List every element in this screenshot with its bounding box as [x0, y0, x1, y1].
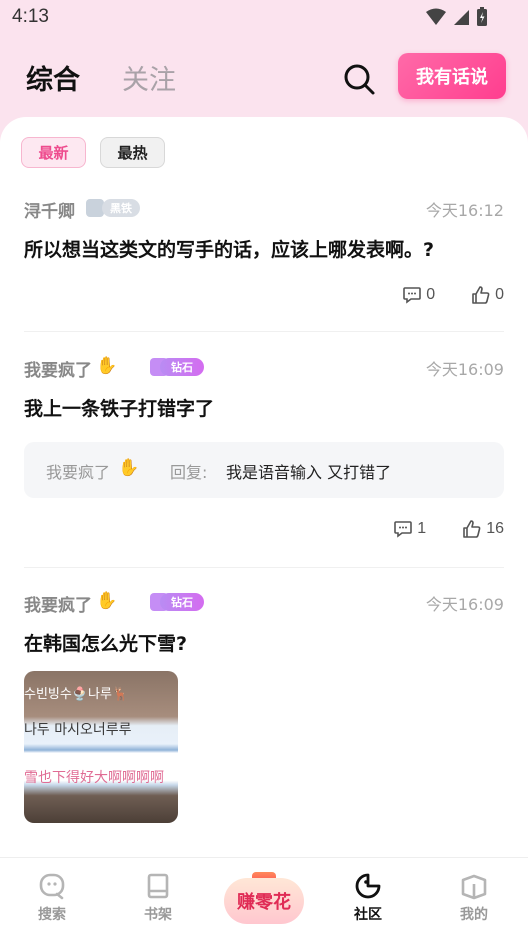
reply-author: 我要疯了	[46, 463, 111, 482]
post-actions: 1 16	[393, 519, 504, 539]
post-item[interactable]: 浔千卿 黑铁 今天16:12 所以想当这类文的写手的话，应该上哪发表啊。? 0 …	[24, 197, 504, 307]
post-image[interactable]: 수빈빙수🍨나루🦌 나두 마시오너루루 雪也下得好大啊啊啊啊	[24, 671, 178, 823]
image-text: 수빈빙수🍨나루🦌	[24, 687, 129, 702]
comment-icon	[394, 521, 413, 538]
bottom-nav: 搜索 书架 赚零花 社区 我的	[0, 857, 528, 939]
nav-search[interactable]: 搜索	[22, 872, 82, 924]
image-text: 나두 마시오너루루	[24, 722, 132, 738]
post-author[interactable]: 浔千卿	[24, 197, 75, 222]
post-item[interactable]: 我要疯了 ✋ 钻石 今天16:09 在韩国怎么光下雪? 수빈빙수🍨나루🦌 나두 …	[24, 591, 504, 831]
reply-label: 回复:	[170, 463, 208, 482]
divider	[24, 331, 504, 332]
hand-emoji-icon: ✋	[96, 356, 118, 376]
tab-following[interactable]: 关注	[122, 58, 176, 97]
post-time: 今天16:09	[425, 595, 504, 614]
header: 综合 关注 我有话说	[0, 40, 528, 120]
post-time: 今天16:12	[425, 201, 504, 220]
comment-icon	[403, 287, 421, 304]
status-icons	[426, 7, 488, 27]
reply-preview[interactable]: 我要疯了 ✋ 回复: 我是语音输入 又打错了	[24, 442, 504, 498]
comment-count: 1	[417, 520, 427, 537]
search-icon[interactable]	[342, 62, 376, 96]
image-text: 雪也下得好大啊啊啊啊	[24, 770, 164, 786]
tab-comprehensive[interactable]: 综合	[26, 58, 80, 97]
hand-emoji-icon: ✋	[96, 591, 118, 611]
comment-button[interactable]: 1	[393, 519, 426, 539]
rank-badge: 钻石	[160, 358, 204, 376]
battery-icon	[477, 7, 487, 26]
like-count: 16	[486, 520, 504, 537]
like-button[interactable]: 0	[471, 285, 504, 305]
thumbs-up-icon	[472, 286, 490, 304]
book-icon	[147, 873, 169, 899]
community-icon	[355, 873, 381, 899]
post-button[interactable]: 我有话说	[398, 53, 506, 99]
rank-badge: 黑铁	[102, 199, 140, 217]
signal-icon	[454, 10, 469, 25]
search-chat-icon	[39, 873, 65, 900]
post-time: 今天16:09	[425, 360, 504, 379]
post-actions: 0 0	[402, 285, 504, 305]
like-count: 0	[495, 286, 504, 303]
nav-label: 搜索	[38, 907, 66, 923]
post-item[interactable]: 我要疯了 ✋ 钻石 今天16:09 我上一条铁子打错字了 我要疯了 ✋ 回复: …	[24, 356, 504, 546]
feed-container: 最新 最热 浔千卿 黑铁 今天16:12 所以想当这类文的写手的话，应该上哪发表…	[0, 117, 528, 857]
post-author[interactable]: 我要疯了	[24, 591, 92, 616]
status-time: 4:13	[12, 6, 49, 27]
nav-label: 书架	[144, 907, 172, 923]
filter-hottest[interactable]: 最热	[100, 137, 165, 168]
thumbs-up-icon	[463, 520, 481, 538]
nav-label: 我的	[460, 907, 488, 923]
comment-button[interactable]: 0	[402, 285, 435, 305]
divider	[24, 567, 504, 568]
like-button[interactable]: 16	[462, 519, 504, 539]
nav-community[interactable]: 社区	[338, 872, 398, 924]
comment-count: 0	[426, 286, 436, 303]
filter-newest[interactable]: 最新	[21, 137, 86, 168]
nav-bookshelf[interactable]: 书架	[128, 872, 188, 924]
earn-button[interactable]: 赚零花	[224, 878, 304, 924]
profile-box-icon	[461, 874, 487, 900]
rank-badge: 钻石	[160, 593, 204, 611]
reply-text: 我是语音输入 又打错了	[226, 463, 392, 482]
wifi-icon	[426, 8, 446, 25]
status-bar: 4:13	[0, 0, 528, 36]
nav-label: 社区	[354, 907, 382, 923]
post-title[interactable]: 我上一条铁子打错字了	[24, 394, 214, 421]
post-author[interactable]: 我要疯了	[24, 356, 92, 381]
nav-mine[interactable]: 我的	[444, 872, 504, 924]
post-title[interactable]: 在韩国怎么光下雪?	[24, 629, 187, 656]
post-title[interactable]: 所以想当这类文的写手的话，应该上哪发表啊。?	[24, 235, 434, 262]
hand-emoji-icon: ✋	[118, 458, 140, 478]
